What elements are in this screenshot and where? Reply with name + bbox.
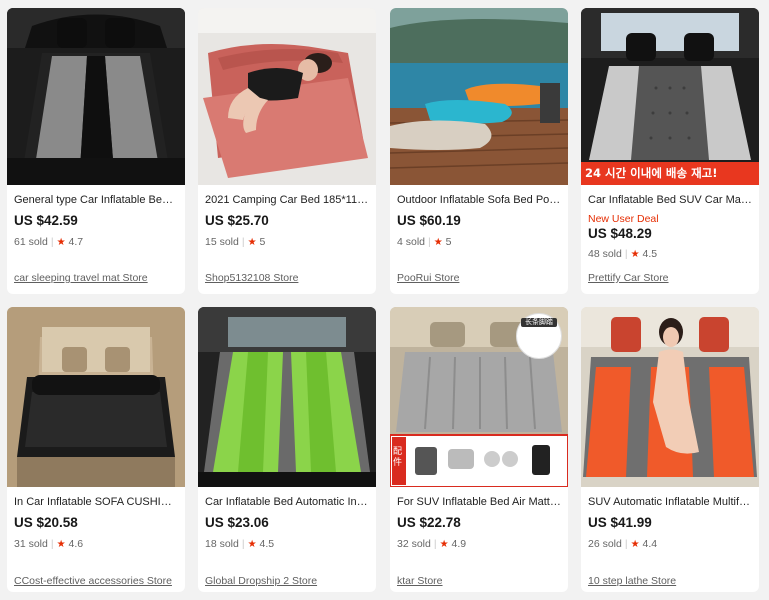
rating: 4.4 [642, 538, 658, 550]
product-price: US $20.58 [14, 515, 78, 530]
product-title[interactable]: 2021 Camping Car Bed 185*110C... [205, 193, 369, 207]
product-title[interactable]: Car Inflatable Bed SUV Car Mattres... [588, 193, 752, 207]
star-icon: ★ [247, 237, 257, 248]
product-price: US $25.70 [205, 213, 269, 228]
product-title[interactable]: For SUV Inflatable Bed Air Mattres... [397, 495, 561, 509]
product-price: US $48.29 [588, 226, 652, 241]
product-title[interactable]: In Car Inflatable SOFA CUSHION B... [14, 495, 178, 509]
product-image[interactable] [390, 8, 568, 185]
banner-text: 24 시간 이내에 배송 재고! [585, 166, 718, 180]
product-image[interactable] [7, 8, 185, 185]
product-title[interactable]: General type Car Inflatable Bed SU... [14, 193, 178, 207]
rating: 5 [259, 236, 266, 248]
product-price: US $41.99 [588, 515, 652, 530]
rating: 4.5 [259, 538, 275, 550]
product-title[interactable]: SUV Automatic Inflatable Multifun... [588, 495, 752, 509]
product-meta: 15 sold | ★ 5 [205, 236, 266, 248]
store-link[interactable]: Shop5132108 Store [205, 272, 298, 284]
sold-count: 26 sold [588, 538, 622, 550]
sold-count: 32 sold [397, 538, 431, 550]
sold-count: 15 sold [205, 236, 239, 248]
footrest-badge: 长条脚踏 [516, 313, 562, 359]
product-card[interactable]: General type Car Inflatable Bed SU... US… [7, 8, 185, 294]
product-card[interactable]: 配件 长条脚踏 For SUV Inflatable Bed Air Mattr… [390, 307, 568, 592]
delivery-banner: 24 시간 이내에 배송 재고! [581, 162, 759, 185]
store-link[interactable]: car sleeping travel mat Store [14, 272, 148, 284]
product-price: US $42.59 [14, 213, 78, 228]
star-icon: ★ [56, 237, 66, 248]
product-image[interactable]: 配件 长条脚踏 [390, 307, 568, 487]
accessory-label: 配件 [393, 447, 405, 469]
product-card[interactable]: 24 시간 이내에 배송 재고! Car Inflatable Bed SUV … [581, 8, 759, 294]
sold-count: 4 sold [397, 236, 426, 248]
star-icon: ★ [439, 539, 449, 550]
product-image[interactable] [198, 8, 376, 185]
product-title[interactable]: Car Inflatable Bed Automatic Inflat... [205, 495, 369, 509]
product-price: US $22.78 [397, 515, 461, 530]
product-grid: General type Car Inflatable Bed SU... US… [0, 0, 769, 600]
rating: 4.7 [68, 236, 84, 248]
product-card[interactable]: SUV Automatic Inflatable Multifun... US … [581, 307, 759, 592]
store-link[interactable]: CCost-effective accessories Store [14, 575, 172, 587]
rating: 4.6 [68, 538, 84, 550]
sold-count: 18 sold [205, 538, 239, 550]
product-meta: 32 sold | ★ 4.9 [397, 538, 467, 550]
product-meta: 4 sold | ★ 5 [397, 236, 452, 248]
product-price: US $60.19 [397, 213, 461, 228]
product-image[interactable] [7, 307, 185, 487]
product-card[interactable]: Car Inflatable Bed Automatic Inflat... U… [198, 307, 376, 592]
star-icon: ★ [630, 539, 640, 550]
rating: 4.5 [642, 248, 658, 260]
product-meta: 18 sold | ★ 4.5 [205, 538, 275, 550]
store-link[interactable]: Prettify Car Store [588, 272, 669, 284]
star-icon: ★ [247, 539, 257, 550]
accessory-label-text: 配件 [393, 447, 403, 468]
product-image[interactable] [581, 307, 759, 487]
store-link[interactable]: ktar Store [397, 575, 443, 587]
product-card[interactable]: Outdoor Inflatable Sofa Bed Porta... US … [390, 8, 568, 294]
product-price: US $23.06 [205, 515, 269, 530]
product-card[interactable]: 2021 Camping Car Bed 185*110C... US $25.… [198, 8, 376, 294]
product-image[interactable]: 24 시간 이내에 배송 재고! [581, 8, 759, 185]
star-icon: ★ [433, 237, 443, 248]
footrest-badge-text: 长条脚踏 [521, 318, 557, 327]
rating: 4.9 [451, 538, 467, 550]
new-user-deal-label: New User Deal [588, 213, 659, 225]
product-card[interactable]: In Car Inflatable SOFA CUSHION B... US $… [7, 307, 185, 592]
star-icon: ★ [56, 539, 66, 550]
product-image[interactable] [198, 307, 376, 487]
product-title[interactable]: Outdoor Inflatable Sofa Bed Porta... [397, 193, 561, 207]
product-meta: 48 sold | ★ 4.5 [588, 248, 658, 260]
product-meta: 26 sold | ★ 4.4 [588, 538, 658, 550]
product-meta: 31 sold | ★ 4.6 [14, 538, 84, 550]
sold-count: 61 sold [14, 236, 48, 248]
star-icon: ★ [630, 249, 640, 260]
product-meta: 61 sold | ★ 4.7 [14, 236, 84, 248]
sold-count: 31 sold [14, 538, 48, 550]
store-link[interactable]: PooRui Store [397, 272, 459, 284]
store-link[interactable]: 10 step lathe Store [588, 575, 676, 587]
sold-count: 48 sold [588, 248, 622, 260]
rating: 5 [445, 236, 452, 248]
store-link[interactable]: Global Dropship 2 Store [205, 575, 317, 587]
